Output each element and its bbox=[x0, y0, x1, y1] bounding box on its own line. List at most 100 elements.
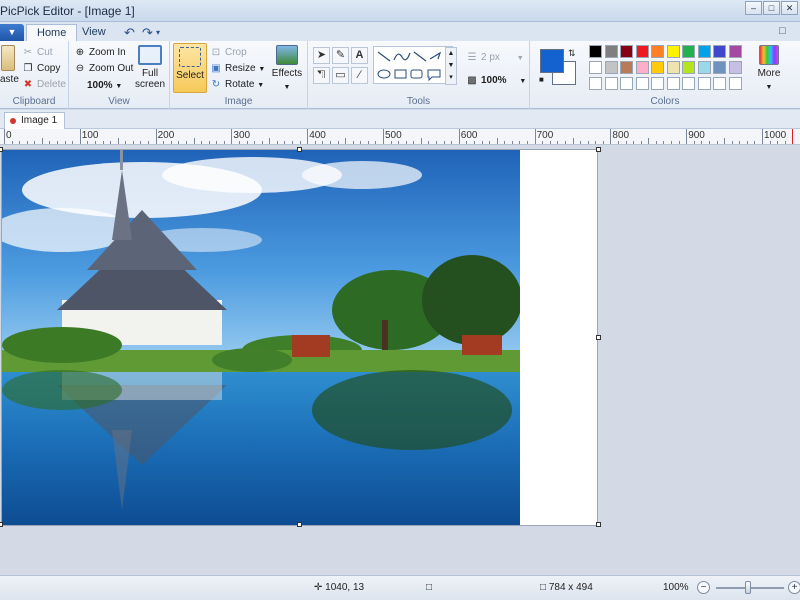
ruler-tick bbox=[534, 129, 536, 144]
resize-button[interactable]: ▣ Resize ▼ bbox=[210, 61, 265, 76]
color-swatch[interactable] bbox=[697, 45, 711, 58]
resize-handle-top[interactable] bbox=[297, 147, 302, 152]
ruler-tick bbox=[352, 141, 354, 144]
color-swatch[interactable] bbox=[620, 45, 633, 58]
ruler-tick bbox=[428, 141, 430, 144]
text-tool[interactable]: A bbox=[351, 47, 368, 64]
color-swatch[interactable] bbox=[713, 45, 726, 58]
minimize-ribbon-icon[interactable]: □ bbox=[779, 25, 786, 37]
color-swatch[interactable] bbox=[697, 61, 711, 74]
color-swatch[interactable] bbox=[666, 45, 680, 58]
full-screen-button[interactable]: Full screen bbox=[133, 45, 167, 90]
zoom-in-small-button[interactable]: + bbox=[788, 581, 800, 594]
ruler-tick bbox=[489, 141, 491, 144]
color-swatch[interactable] bbox=[651, 61, 664, 74]
resize-handle-bottom[interactable] bbox=[297, 522, 302, 527]
color-swatch[interactable] bbox=[589, 77, 602, 90]
ruler-tick bbox=[148, 141, 150, 144]
shapes-scroll[interactable]: ▲ ▼ ▾ bbox=[445, 47, 457, 85]
document-tab[interactable]: Image 1 bbox=[4, 112, 66, 129]
color-swatch[interactable] bbox=[666, 61, 680, 74]
pointer-tool[interactable]: ➤ bbox=[313, 47, 330, 64]
color-swatch[interactable] bbox=[635, 61, 649, 74]
color-swatch[interactable] bbox=[666, 77, 680, 90]
effects-chevron-icon: ▼ bbox=[283, 84, 291, 91]
image-group: Select ⊡ Crop ▣ Resize ▼ ↻ Rotate ▼ Effects… bbox=[170, 41, 308, 109]
color-swatch[interactable] bbox=[651, 45, 664, 58]
color-swatch[interactable] bbox=[604, 61, 618, 74]
ruler-tick bbox=[519, 141, 521, 144]
select-button[interactable]: Select bbox=[173, 43, 207, 93]
redo-icon[interactable]: ↷ bbox=[142, 25, 153, 41]
qat-dropdown-icon[interactable]: ▾ bbox=[156, 28, 160, 37]
color-swatch[interactable] bbox=[635, 45, 649, 58]
color-swatch[interactable] bbox=[697, 77, 711, 90]
ruler-tick bbox=[625, 141, 627, 144]
resize-handle-bottom-right[interactable] bbox=[596, 522, 601, 527]
color-swatch[interactable] bbox=[620, 61, 633, 74]
color-swatch[interactable] bbox=[728, 77, 742, 90]
paste-button[interactable]: aste bbox=[0, 45, 19, 85]
ruler-tick bbox=[117, 138, 119, 144]
ruler-tick bbox=[739, 141, 741, 144]
color-picker-tool[interactable]: ∕ bbox=[351, 67, 368, 84]
landscape-image bbox=[2, 150, 520, 525]
color-swatch[interactable] bbox=[682, 61, 695, 74]
shapes-icons[interactable] bbox=[374, 47, 452, 83]
scissors-icon: ✂ bbox=[23, 47, 33, 58]
line-width-value: 2 px bbox=[481, 52, 500, 63]
color-swatch[interactable] bbox=[635, 77, 649, 90]
pencil-tool[interactable]: ✎ bbox=[332, 47, 349, 64]
swap-colors-icon[interactable]: ⇅ bbox=[568, 48, 576, 59]
color-spectrum-icon bbox=[759, 45, 779, 65]
close-button[interactable]: ✕ bbox=[781, 1, 798, 15]
crop-button[interactable]: ⊡ Crop bbox=[210, 45, 247, 60]
opacity-dropdown[interactable]: ▩ 100% ▼ bbox=[466, 73, 526, 88]
copy-button[interactable]: ❐ Copy bbox=[22, 61, 61, 76]
ruler-tick bbox=[542, 141, 544, 144]
color-swatch[interactable] bbox=[604, 45, 618, 58]
maximize-button[interactable]: □ bbox=[763, 1, 780, 15]
reset-colors-icon[interactable]: ■ bbox=[539, 75, 544, 84]
zoom-out-small-button[interactable]: − bbox=[697, 581, 710, 594]
resize-handle-bottom-left[interactable] bbox=[0, 522, 3, 527]
line-width-dropdown[interactable]: ☰ 2 px ▼ bbox=[466, 50, 524, 65]
zoom-level-dropdown[interactable]: 100% ▼ bbox=[87, 78, 122, 93]
color-swatch[interactable] bbox=[682, 77, 695, 90]
zoom-slider-thumb[interactable] bbox=[745, 581, 751, 594]
color-swatch[interactable] bbox=[589, 61, 602, 74]
cut-button[interactable]: ✂ Cut bbox=[22, 45, 53, 60]
color-swatch[interactable] bbox=[728, 61, 742, 74]
color-swatch[interactable] bbox=[713, 61, 726, 74]
ruler-tick bbox=[193, 138, 195, 144]
ruler-tick bbox=[345, 138, 347, 144]
effects-button[interactable]: Effects ▼ bbox=[270, 45, 304, 93]
color-swatch[interactable] bbox=[682, 45, 695, 58]
ruler-label: 100 bbox=[81, 130, 99, 141]
fill-tool[interactable]: ⛠ bbox=[313, 67, 330, 84]
status-bar: ✛ 1040, 13 □ □ 784 x 494 100% − + bbox=[0, 575, 800, 600]
resize-handle-top-right[interactable] bbox=[596, 147, 601, 152]
color-swatch[interactable] bbox=[604, 77, 618, 90]
color-swatch[interactable] bbox=[713, 77, 726, 90]
resize-handle-right[interactable] bbox=[596, 335, 601, 340]
eraser-tool[interactable]: ▭ bbox=[332, 67, 349, 84]
zoom-out-button[interactable]: ⊖ Zoom Out bbox=[74, 61, 134, 76]
color-swatch[interactable] bbox=[728, 45, 742, 58]
undo-icon[interactable]: ↶ bbox=[124, 25, 135, 41]
delete-button[interactable]: ✖ Delete bbox=[22, 77, 66, 92]
minimize-button[interactable]: – bbox=[745, 1, 762, 15]
color-swatch[interactable] bbox=[651, 77, 664, 90]
ruler-tick bbox=[413, 141, 415, 144]
color-swatch[interactable] bbox=[589, 45, 602, 58]
resize-handle-top-left[interactable] bbox=[0, 147, 3, 152]
ruler-tick bbox=[398, 141, 400, 144]
ruler-tick bbox=[72, 141, 74, 144]
file-menu-button[interactable]: ▼ bbox=[0, 24, 24, 41]
primary-color[interactable] bbox=[540, 49, 564, 73]
color-swatch[interactable] bbox=[620, 77, 633, 90]
rotate-button[interactable]: ↻ Rotate ▼ bbox=[210, 77, 264, 92]
more-colors-button[interactable]: More ▼ bbox=[752, 45, 786, 93]
image-canvas[interactable] bbox=[1, 149, 598, 526]
zoom-in-button[interactable]: ⊕ Zoom In bbox=[74, 45, 126, 60]
